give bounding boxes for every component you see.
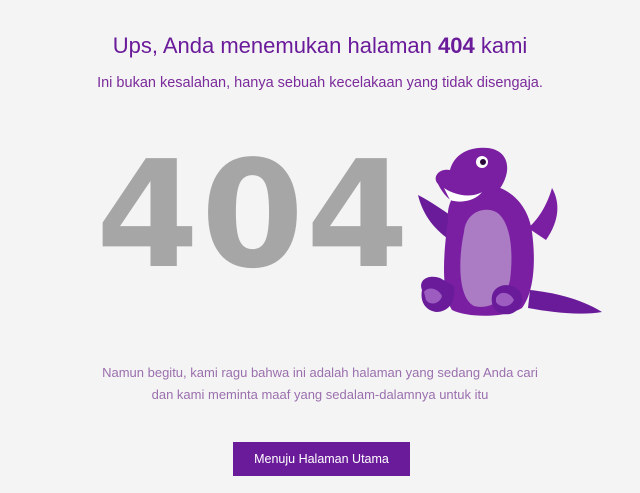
apology-line-2: dan kami meminta maaf yang sedalam-dalam… <box>151 387 489 402</box>
page-title-suffix: kami <box>474 33 528 58</box>
page-subtitle: Ini bukan kesalahan, hanya sebuah kecela… <box>97 75 543 91</box>
dino-right-arm <box>528 188 558 240</box>
page-title-prefix: Ups, Anda menemukan halaman <box>112 33 439 58</box>
dino-tail <box>528 290 602 314</box>
error-code: 404 <box>96 129 411 301</box>
apology-message: Namun begitu, kami ragu bahwa ini adalah… <box>0 362 640 406</box>
apology-line-1: Namun begitu, kami ragu bahwa ini adalah… <box>102 365 538 380</box>
home-button[interactable]: Menuju Halaman Utama <box>233 442 410 476</box>
page-title: Ups, Anda menemukan halaman 404 kami <box>0 31 640 61</box>
purple-dinosaur-icon <box>418 147 602 316</box>
page-title-code: 404 <box>438 33 475 58</box>
error-page: Ups, Anda menemukan halaman 404 kami Ini… <box>0 0 640 493</box>
dino-pupil <box>480 159 486 165</box>
